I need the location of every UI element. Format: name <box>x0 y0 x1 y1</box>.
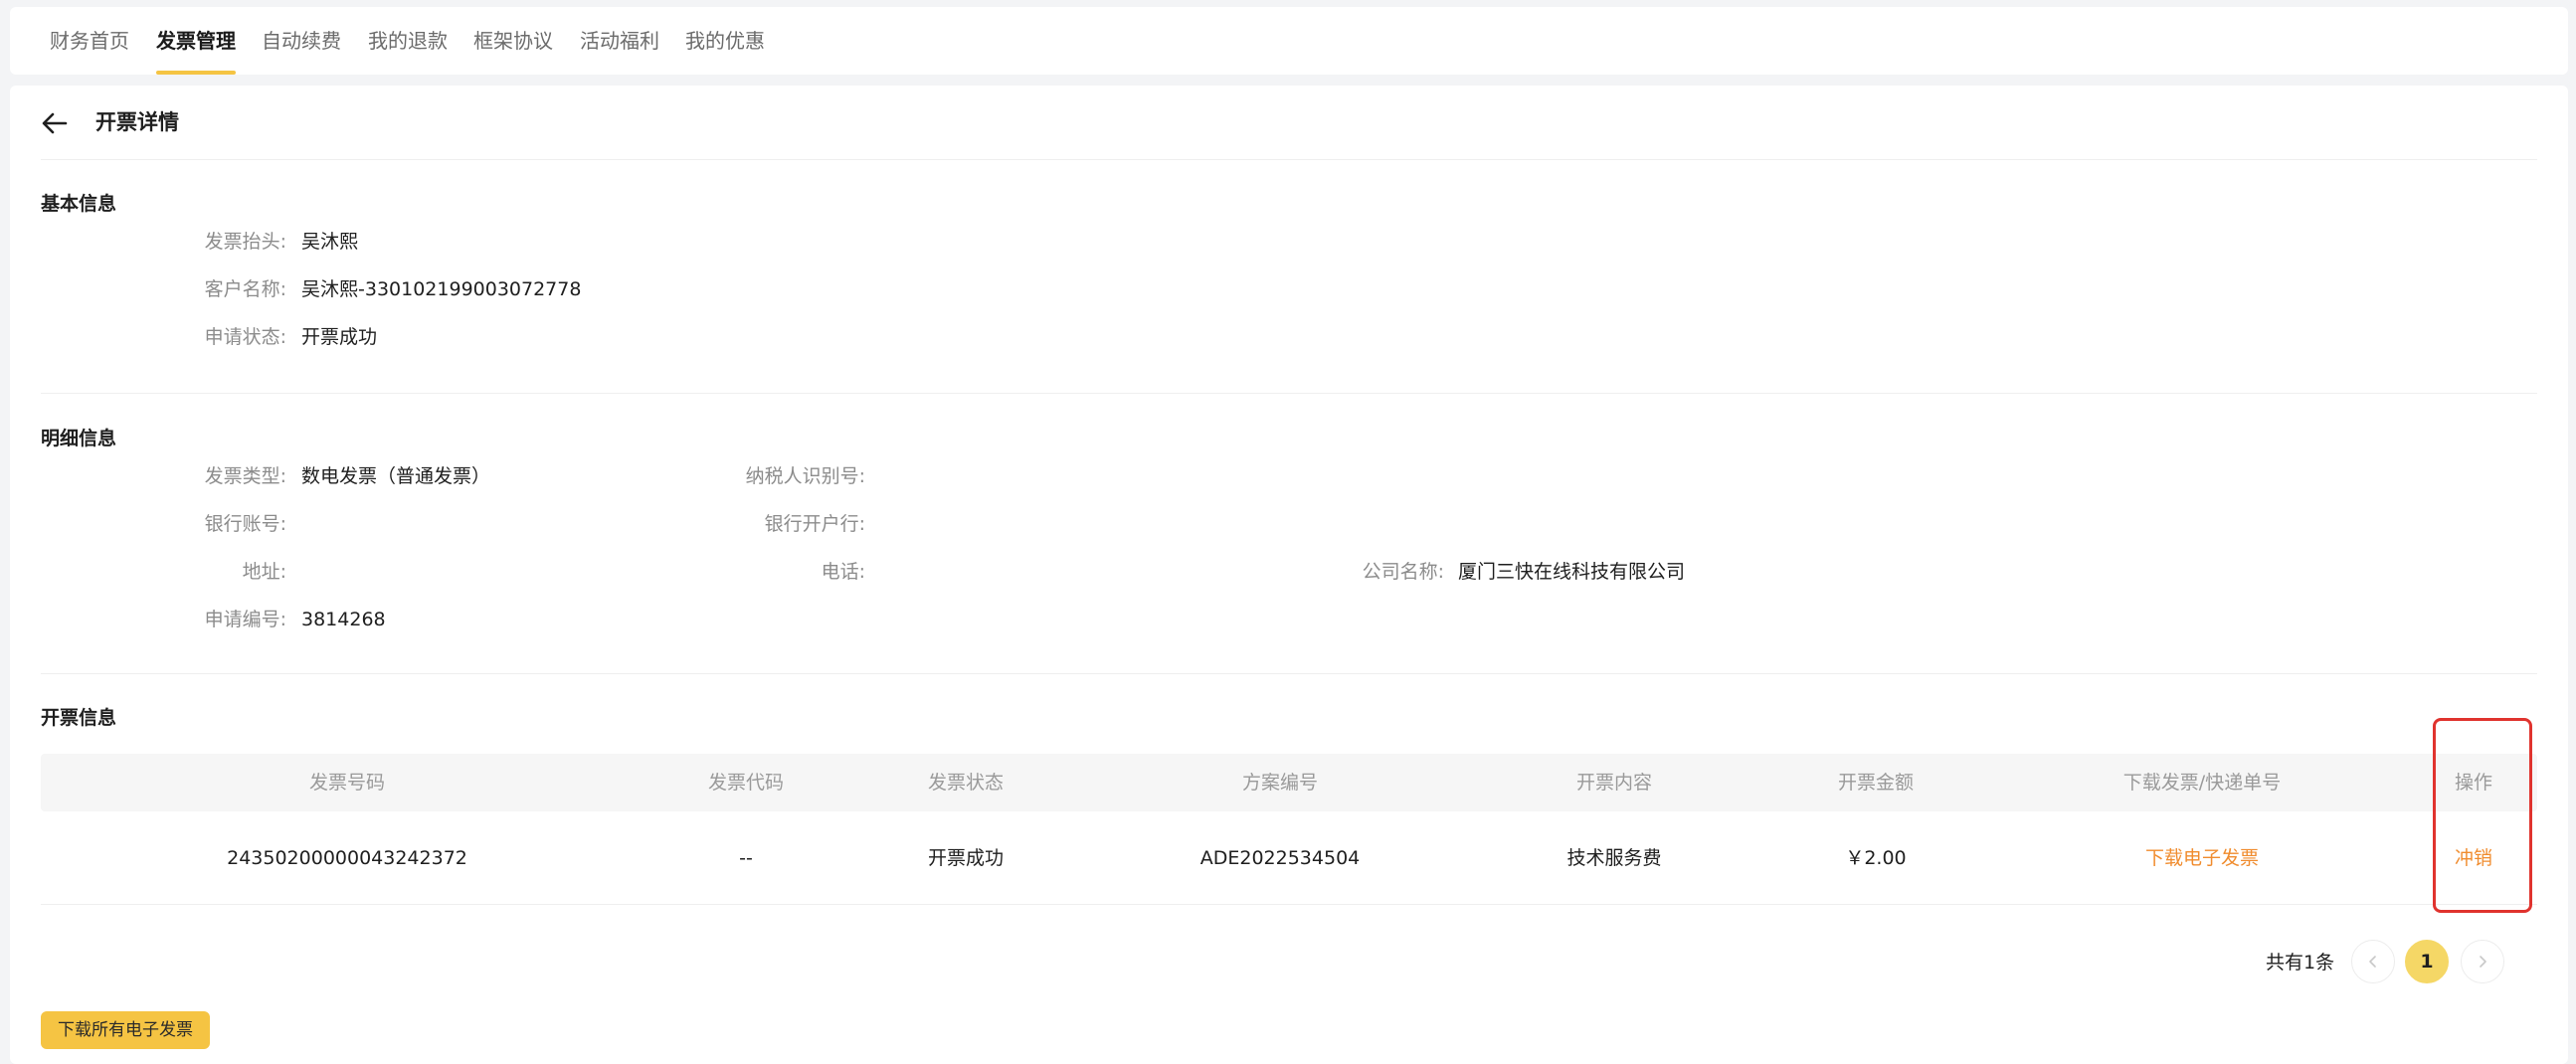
plan-number-cell: ADE2022534504 <box>1199 847 1361 869</box>
tab-my-refunds[interactable]: 我的退款 <box>368 7 448 75</box>
invoice-title-label: 发票抬头: <box>204 231 286 253</box>
column-header: 发票代码 <box>707 772 785 794</box>
apply-status-label: 申请状态: <box>204 326 286 348</box>
tab-auto-renewal[interactable]: 自动续费 <box>262 7 341 75</box>
address-label: 地址: <box>242 561 286 583</box>
column-header: 下载发票/快递单号 <box>2122 772 2282 794</box>
tab-invoice-management[interactable]: 发票管理 <box>156 7 236 75</box>
header-divider <box>41 159 2537 160</box>
page-title: 开票详情 <box>95 110 179 134</box>
column-header: 开票金额 <box>1837 772 1915 794</box>
next-page-button[interactable] <box>2461 940 2504 983</box>
invoice-info-title: 开票信息 <box>41 707 117 729</box>
page-1-button[interactable]: 1 <box>2405 940 2449 983</box>
invoice-detail-card: 开票详情 基本信息 发票抬头: 吴沐熙 客户名称: 吴沐熙-3301021990… <box>10 86 2568 1064</box>
invoice-amount-cell: ￥2.00 <box>1845 847 1907 869</box>
download-invoice-link[interactable]: 下载电子发票 <box>2145 844 2259 872</box>
apply-number-value: 3814268 <box>301 609 386 630</box>
column-header: 开票内容 <box>1575 772 1653 794</box>
bank-name-label: 银行开户行: <box>764 513 865 535</box>
section-divider <box>41 673 2537 674</box>
chevron-left-icon <box>2369 956 2376 968</box>
bank-account-label: 银行账号: <box>204 513 286 535</box>
invoice-status-cell: 开票成功 <box>927 847 1005 869</box>
company-name-value: 厦门三快在线科技有限公司 <box>1458 561 1686 583</box>
table-header: 发票号码 发票代码 发票状态 方案编号 开票内容 开票金额 下载发票/快递单号 … <box>41 754 2537 811</box>
tab-finance-home[interactable]: 财务首页 <box>50 7 129 75</box>
detail-info-title: 明细信息 <box>41 428 117 449</box>
apply-number-label: 申请编号: <box>204 609 286 630</box>
page-header: 开票详情 <box>10 86 2568 159</box>
prev-page-button[interactable] <box>2351 940 2395 983</box>
chevron-right-icon <box>2480 956 2486 968</box>
column-header: 发票状态 <box>927 772 1005 794</box>
column-header: 方案编号 <box>1241 772 1319 794</box>
company-name-label: 公司名称: <box>1362 561 1444 583</box>
arrow-left-icon[interactable] <box>40 108 70 138</box>
tab-framework-agreement[interactable]: 框架协议 <box>473 7 553 75</box>
invoice-title-value: 吴沐熙 <box>301 231 359 253</box>
column-header: 发票号码 <box>308 772 386 794</box>
total-count: 共有1条 <box>2266 952 2335 974</box>
reverse-invoice-link[interactable]: 冲销 <box>2455 844 2492 872</box>
column-header: 操作 <box>2454 772 2493 794</box>
section-divider <box>41 393 2537 394</box>
table-row: 24350200000043242372 -- 开票成功 ADE20225345… <box>41 811 2537 905</box>
customer-name-label: 客户名称: <box>204 278 286 300</box>
tab-activity-benefits[interactable]: 活动福利 <box>580 7 659 75</box>
customer-name-value: 吴沐熙-330102199003072778 <box>301 278 582 300</box>
invoice-type-label: 发票类型: <box>204 465 286 487</box>
download-all-invoices-button[interactable]: 下载所有电子发票 <box>41 1011 210 1049</box>
invoice-type-value: 数电发票（普通发票） <box>301 465 491 487</box>
tab-my-discounts[interactable]: 我的优惠 <box>685 7 765 75</box>
taxpayer-id-label: 纳税人识别号: <box>745 465 865 487</box>
invoice-code-cell: -- <box>739 847 753 869</box>
top-nav: 财务首页 发票管理 自动续费 我的退款 框架协议 活动福利 我的优惠 <box>10 7 2568 75</box>
basic-info-title: 基本信息 <box>41 193 117 215</box>
invoice-content-cell: 技术服务费 <box>1566 847 1662 869</box>
apply-status-value: 开票成功 <box>301 326 378 348</box>
phone-label: 电话: <box>821 561 865 583</box>
invoice-number-cell: 24350200000043242372 <box>227 847 467 869</box>
